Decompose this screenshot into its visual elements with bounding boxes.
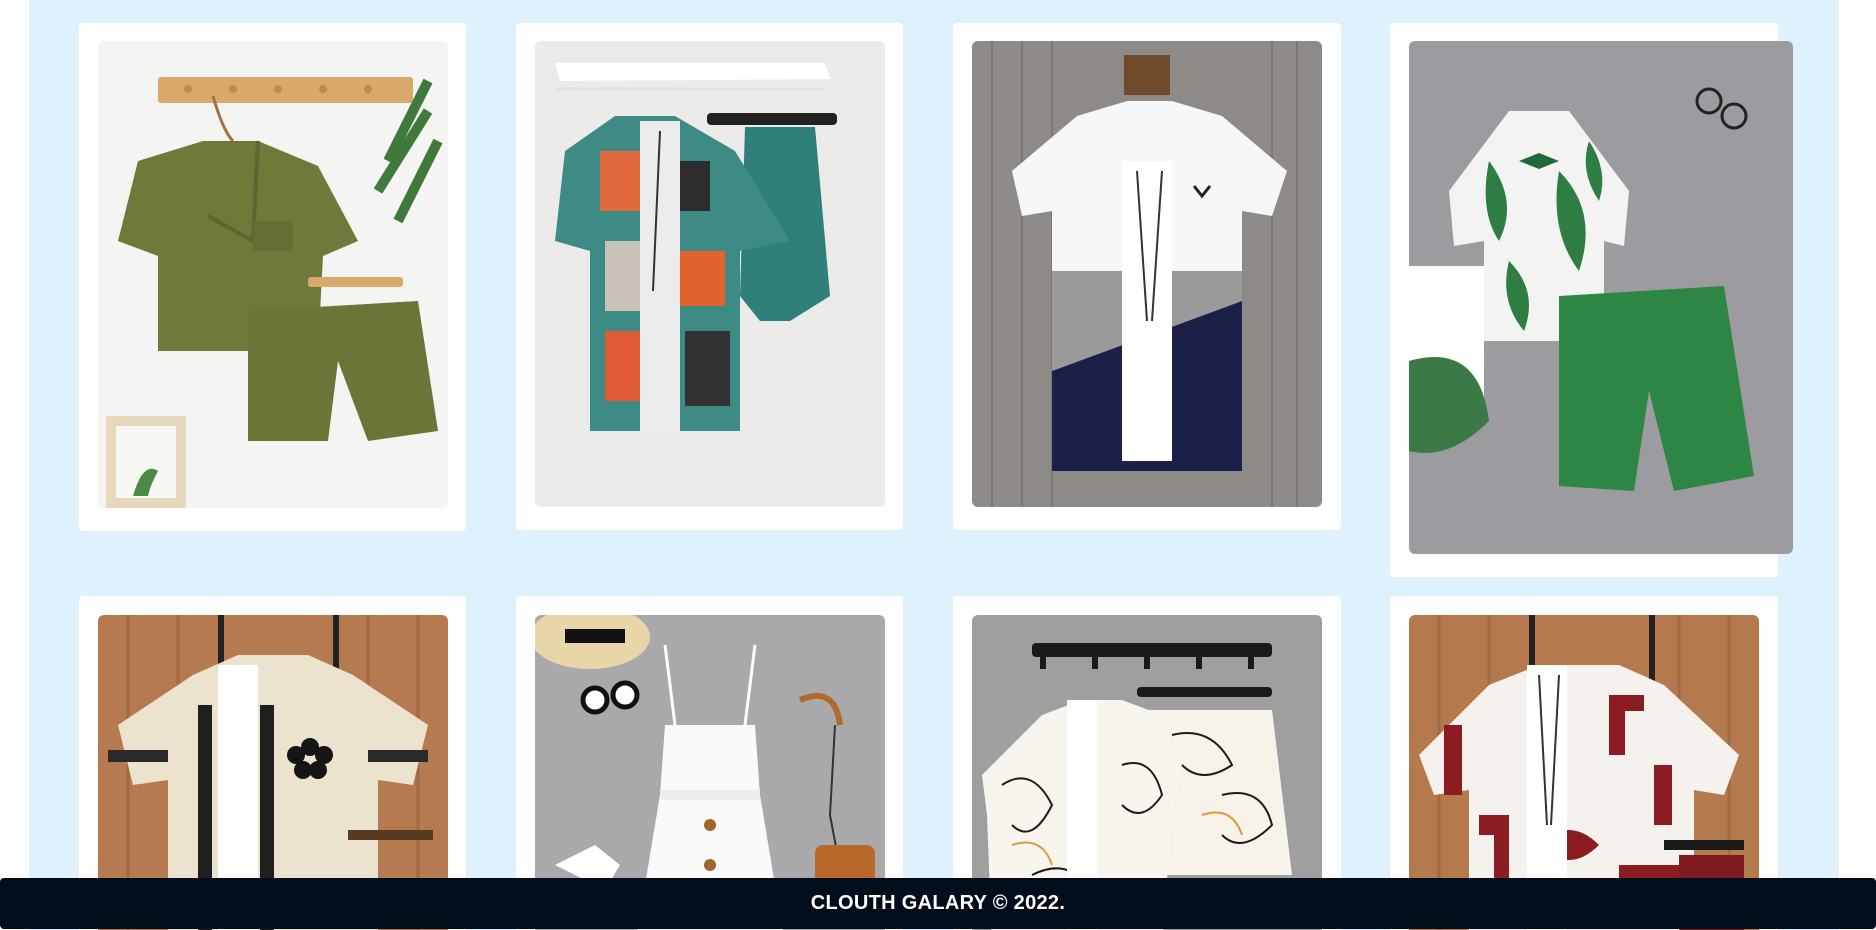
product-photo-patchwork-set[interactable] <box>535 41 885 507</box>
site-footer: CLOUTH GALARY © 2022. <box>0 878 1876 929</box>
footer-copyright-text: CLOUTH GALARY © 2022. <box>810 892 1066 914</box>
product-card-2[interactable] <box>516 23 903 530</box>
product-card-1[interactable] <box>79 23 466 531</box>
product-card-4[interactable] <box>1390 23 1793 577</box>
product-photo-olive-set[interactable] <box>98 41 448 508</box>
product-gallery <box>29 0 1839 930</box>
product-photo-colorblock-shirt[interactable] <box>972 41 1322 507</box>
product-card-3[interactable] <box>953 23 1341 530</box>
product-photo-palm-kids-set[interactable] <box>1409 41 1793 554</box>
